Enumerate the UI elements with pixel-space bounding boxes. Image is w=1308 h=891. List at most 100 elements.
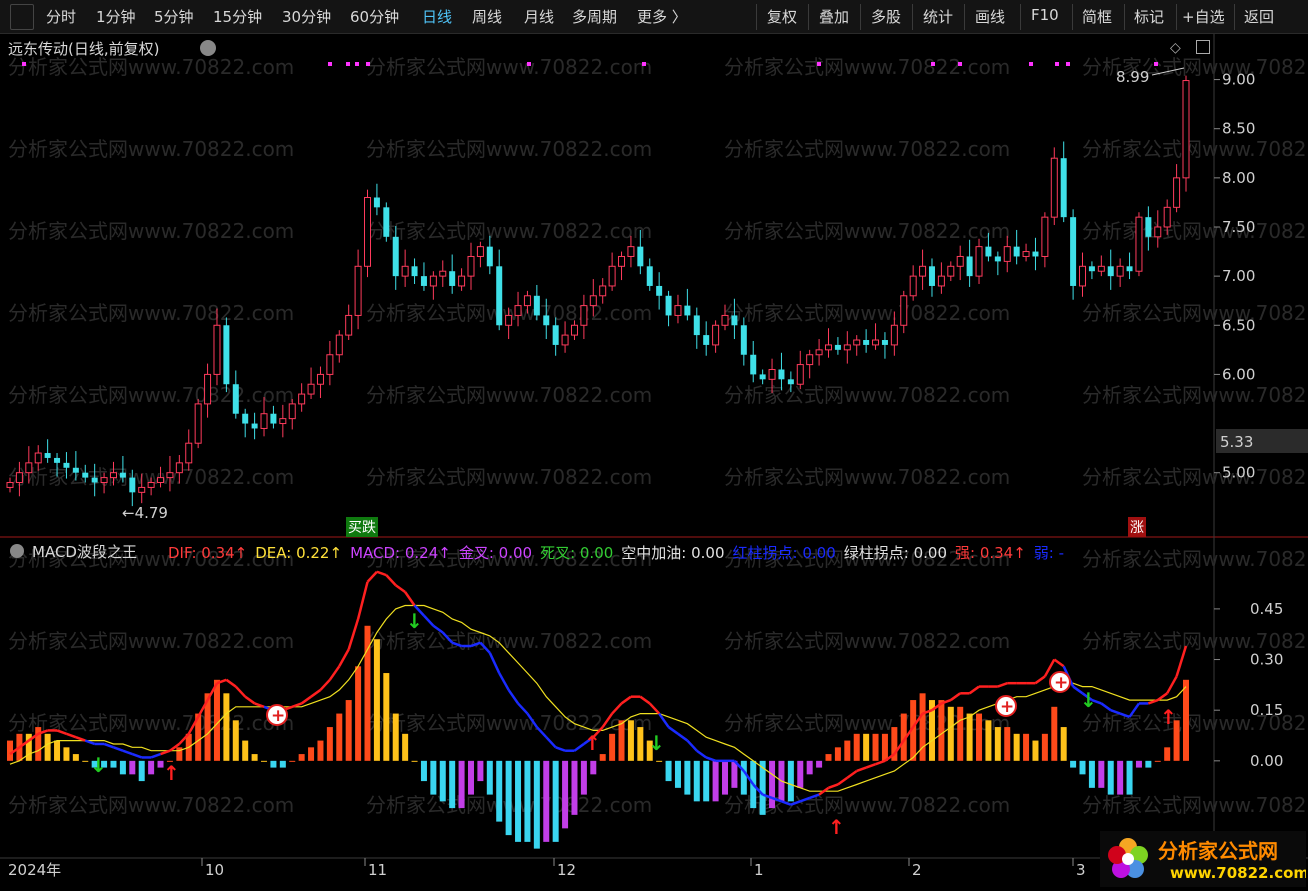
price-tick-label: 7.50 [1222, 218, 1255, 236]
dif-line-segment [828, 783, 839, 790]
candle-body [326, 354, 334, 375]
candle-body [533, 295, 540, 316]
signal-dot [22, 62, 26, 66]
dif-line-segment [639, 695, 651, 705]
watermark: 分析家公式网www.70822.com [1082, 629, 1308, 653]
legend-item: 红柱拐点: 0.00 [732, 544, 836, 562]
dif-line-segment [338, 648, 350, 667]
watermark: 分析家公式网www.70822.com [1082, 383, 1308, 407]
candle-body [824, 344, 832, 351]
dif-line-segment [423, 614, 435, 627]
macd-bar [957, 706, 964, 761]
up-arrow-icon: ↑ [584, 731, 601, 755]
candle-body [1079, 265, 1087, 287]
dif-line-segment [356, 581, 369, 620]
macd-bar [82, 760, 89, 762]
macd-bar [947, 706, 954, 761]
macd-bar [251, 754, 258, 761]
date-label: 2 [912, 861, 922, 879]
candle-body [175, 462, 183, 474]
dif-line-segment [507, 689, 520, 705]
legend-item: 强: 0.34↑ [955, 544, 1026, 562]
dif-line-segment [677, 732, 689, 742]
candle-body [778, 369, 785, 380]
dif-line-segment [150, 752, 161, 759]
candle-body [552, 325, 559, 345]
legend-item: MACD: 0.24↑ [350, 544, 451, 562]
sell-signal-label: 跌 [362, 520, 376, 536]
dif-line-segment [997, 681, 1008, 688]
macd-bar [844, 740, 851, 761]
macd-bar [580, 760, 587, 795]
macd-bar [834, 747, 841, 761]
dif-line-segment [385, 574, 397, 587]
candle-body [618, 255, 626, 267]
settings-icon[interactable] [10, 544, 24, 558]
macd-bar [825, 754, 832, 761]
candle-body [731, 315, 738, 326]
diamond-icon[interactable]: ◇ [1170, 40, 1181, 56]
macd-bar [806, 760, 813, 775]
candle-body [1107, 266, 1114, 277]
candle-body [496, 266, 503, 326]
candle-body [373, 197, 380, 208]
candle-body [383, 207, 390, 237]
plus-icon: + [1000, 697, 1014, 717]
watermark: 分析家公式网www.70822.com [8, 301, 294, 325]
candle-body [411, 266, 418, 277]
candle-body [72, 467, 79, 473]
macd-bar [223, 693, 230, 761]
buy-signal-label: 买 [348, 520, 362, 536]
candle-body [599, 285, 607, 297]
date-label: 11 [368, 861, 387, 879]
candle-body [1060, 158, 1067, 218]
candle-body [298, 393, 306, 405]
candle-body [251, 423, 258, 429]
candle-body [15, 472, 23, 484]
macd-bar [919, 693, 926, 761]
macd-bar [712, 760, 719, 802]
candle-body [768, 368, 776, 380]
dif-line-segment [225, 678, 237, 688]
candle-body [900, 295, 908, 326]
dif-line-segment [1034, 675, 1046, 685]
macd-bar [402, 733, 409, 761]
panel-toggle-icon[interactable] [1196, 40, 1210, 54]
candle-body [1050, 157, 1058, 218]
candle-body [242, 413, 249, 424]
candle-body [947, 265, 955, 277]
candle-body [157, 477, 165, 484]
macd-bar [627, 720, 634, 761]
candle-body [100, 477, 108, 484]
macd-bar [533, 760, 540, 849]
rise-signal: 涨 [1128, 517, 1146, 537]
macd-bar [54, 740, 61, 761]
candle-body [138, 486, 146, 493]
legend-item: 弱: - [1033, 544, 1065, 562]
dif-line-segment [1100, 702, 1112, 712]
watermark: 分析家公式网www.70822.com [1082, 547, 1308, 571]
macd-bar [373, 639, 380, 761]
dropdown-icon[interactable] [200, 40, 216, 56]
macd-bar [769, 760, 776, 809]
macd-tick-label: 0.45 [1250, 600, 1283, 618]
macd-bar [458, 760, 465, 809]
dif-line-segment [837, 776, 849, 786]
legend-item: DEA: 0.22↑ [255, 544, 343, 562]
watermark: 分析家公式网www.70822.com [366, 55, 652, 79]
macd-bar [496, 760, 503, 822]
macd-bar [674, 760, 681, 788]
macd-bar [420, 760, 427, 782]
dif-line-segment [950, 692, 961, 702]
price-tick-label: 9.00 [1222, 71, 1255, 89]
candle-body [975, 246, 983, 277]
dif-line-segment [234, 685, 247, 698]
candle-body [420, 276, 427, 286]
candle-body [985, 246, 992, 257]
candle-body [1163, 206, 1171, 228]
watermark: 分析家公式网www.70822.com [1082, 793, 1308, 817]
up-arrow-icon: ↑ [163, 761, 180, 785]
watermark: 分析家公式网www.70822.com [1082, 465, 1308, 489]
candle-body [1116, 265, 1124, 277]
macd-bar [345, 700, 352, 761]
